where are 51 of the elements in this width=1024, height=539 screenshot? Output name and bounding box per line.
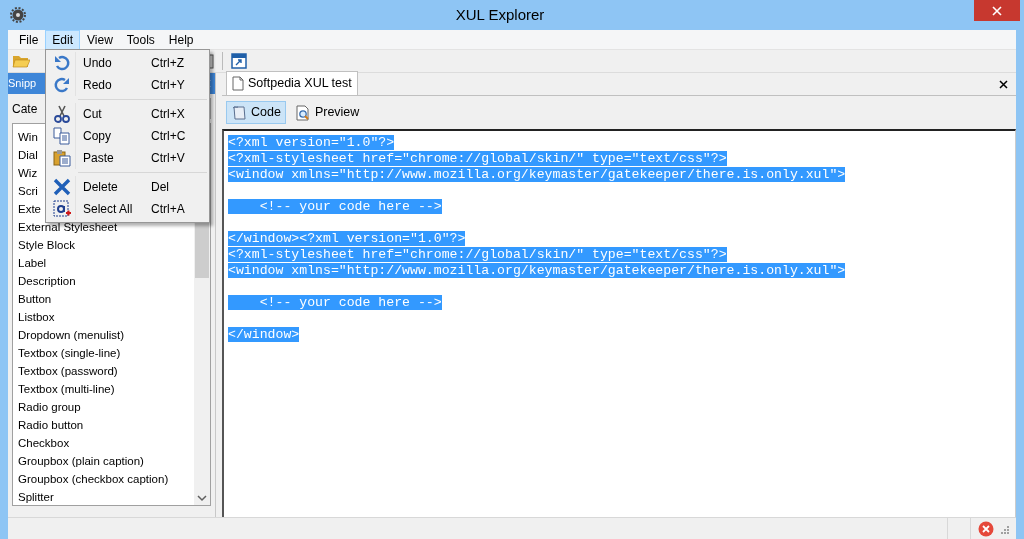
resize-grip-icon[interactable]: [1000, 525, 1010, 535]
panel-title: Snipp: [8, 76, 37, 92]
list-item[interactable]: Dropdown (menulist): [13, 326, 194, 344]
redo-icon: [52, 76, 71, 94]
list-item[interactable]: Style Block: [13, 236, 194, 254]
menu-item[interactable]: Cut Ctrl+X: [48, 103, 207, 125]
menu-item[interactable]: Delete Del: [48, 176, 207, 198]
scissors-icon: [52, 105, 71, 123]
error-icon: [977, 520, 994, 537]
window-icon[interactable]: [231, 53, 247, 69]
list-item[interactable]: Groupbox (plain caption): [13, 452, 194, 470]
code-button[interactable]: Code: [226, 101, 286, 124]
list-item[interactable]: Description: [13, 272, 194, 290]
menu-item[interactable]: Copy Ctrl+C: [48, 125, 207, 147]
close-button[interactable]: [974, 0, 1020, 21]
page-icon: [231, 104, 247, 121]
category-label: Cate: [11, 100, 38, 118]
list-item[interactable]: Radio group: [13, 398, 194, 416]
list-item[interactable]: Splitter: [13, 488, 194, 505]
menu-item[interactable]: Tools: [119, 29, 162, 50]
menu-item[interactable]: Edit: [45, 29, 81, 50]
close-icon: [992, 5, 1002, 16]
folder-icon[interactable]: [12, 53, 30, 69]
copy-icon: [52, 127, 71, 145]
menu-item[interactable]: Help: [161, 29, 201, 50]
list-item[interactable]: Radio button: [13, 416, 194, 434]
list-item[interactable]: Textbox (password): [13, 362, 194, 380]
paste-icon: [52, 149, 71, 167]
menu-item[interactable]: Undo Ctrl+Z: [48, 52, 207, 74]
list-item[interactable]: Textbox (multi-line): [13, 380, 194, 398]
undo-icon: [52, 54, 71, 72]
list-item[interactable]: Button: [13, 290, 194, 308]
editor-tab[interactable]: Softpedia XUL test: [226, 71, 358, 95]
close-icon[interactable]: [999, 79, 1008, 89]
magnifier-icon: [294, 104, 311, 121]
document-icon: [232, 76, 244, 92]
menu-item[interactable]: Paste Ctrl+V: [48, 147, 207, 169]
delete-icon: [52, 178, 71, 196]
window-title: XUL Explorer: [455, 4, 545, 25]
list-item[interactable]: Listbox: [13, 308, 194, 326]
menu-item[interactable]: Select All Ctrl+A: [48, 198, 207, 220]
list-item[interactable]: Groupbox (checkbox caption): [13, 470, 194, 488]
list-item[interactable]: Label: [13, 254, 194, 272]
gear-icon: [10, 7, 26, 23]
list-item[interactable]: Textbox (single-line): [13, 344, 194, 362]
menu-item[interactable]: View: [80, 29, 120, 50]
select-all-icon: [52, 200, 71, 218]
preview-button[interactable]: Preview: [289, 101, 365, 124]
menu-item[interactable]: File: [12, 29, 46, 50]
list-item[interactable]: Checkbox: [13, 434, 194, 452]
menu-item[interactable]: Redo Ctrl+Y: [48, 74, 207, 96]
